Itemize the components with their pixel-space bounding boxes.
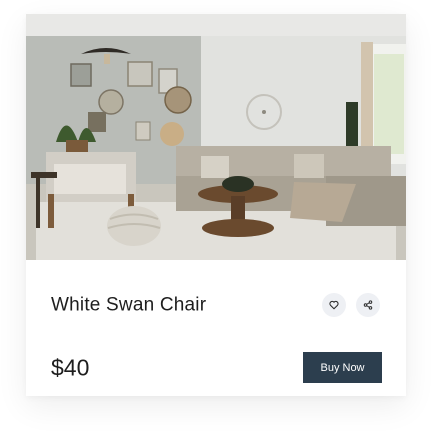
share-button[interactable] [356,293,380,317]
heart-icon [329,300,339,310]
share-icon [363,300,373,310]
product-card: White Swan Chair $40 Buy Now [26,14,406,396]
product-title: White Swan Chair [51,294,207,316]
favorite-button[interactable] [322,293,346,317]
buy-now-button[interactable]: Buy Now [303,352,382,383]
product-price: $40 [51,354,90,381]
product-image[interactable] [26,14,406,260]
product-info: White Swan Chair $40 Buy Now [26,260,406,396]
